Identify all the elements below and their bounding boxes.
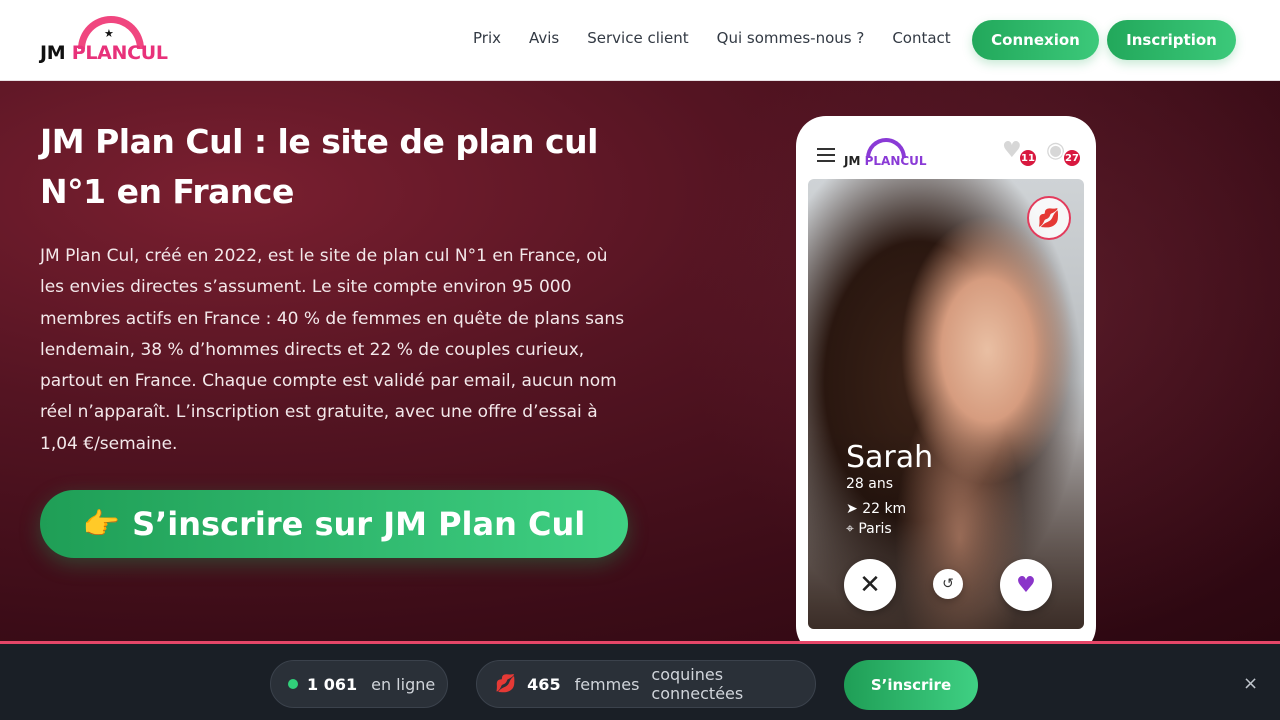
phone-logo-plancul: PLANCUL <box>864 154 927 168</box>
likes-indicator: ♥ 11 <box>1002 140 1038 168</box>
online-dot-icon <box>288 679 298 689</box>
hero-signup-label: S’inscrire sur JM Plan Cul <box>132 505 586 543</box>
hero-signup-button[interactable]: 👉 S’inscrire sur JM Plan Cul <box>40 490 628 558</box>
lips-icon: 💋 <box>495 674 517 694</box>
profile-name: Sarah <box>846 440 934 475</box>
nav-link-avis[interactable]: Avis <box>529 29 559 47</box>
profile-age: 28 ans <box>846 476 894 492</box>
profile-distance-value: 22 km <box>862 501 907 517</box>
phone-logo: JM PLANCUL <box>844 138 944 172</box>
site-header: ★ JM PLANCUL Prix Avis Service client Qu… <box>0 0 1280 81</box>
main-nav: Prix Avis Service client Qui sommes-nous… <box>473 29 979 47</box>
logo-text-jm: JM <box>40 42 66 64</box>
women-suffix: coquines connectées <box>651 665 744 703</box>
online-label: en ligne <box>371 674 436 694</box>
profile-city: ⌖ Paris <box>846 521 892 537</box>
nav-link-contact[interactable]: Contact <box>892 29 950 47</box>
views-badge: 27 <box>1062 148 1082 168</box>
phone-mockup: JM PLANCUL ♥ 11 ◉ 27 💋 Sarah 28 ans ➤ 22… <box>796 116 1096 656</box>
online-count: 1 061 <box>307 674 358 694</box>
site-logo[interactable]: ★ JM PLANCUL <box>40 14 190 66</box>
nav-link-qui-sommes-nous[interactable]: Qui sommes-nous ? <box>717 29 865 47</box>
phone-logo-jm: JM <box>844 154 861 168</box>
women-label: femmes <box>574 674 640 694</box>
close-bar-icon[interactable]: × <box>1243 675 1258 693</box>
sticky-bottom-bar: 1 061 en ligne 💋 465 femmes coquines con… <box>0 641 1280 720</box>
bottom-signup-button[interactable]: S’inscrire <box>844 660 978 710</box>
views-indicator: ◉ 27 <box>1046 140 1082 168</box>
hero-description: JM Plan Cul, créé en 2022, est le site d… <box>40 246 625 454</box>
signup-button[interactable]: Inscription <box>1107 20 1236 60</box>
hamburger-menu-icon <box>817 148 835 162</box>
kiss-icon: 💋 <box>1027 196 1071 240</box>
women-counter: 💋 465 femmes coquines connectées <box>476 660 816 708</box>
hero-title: JM Plan Cul : le site de plan cul N°1 en… <box>40 122 598 211</box>
logo-text-plancul: PLANCUL <box>71 42 168 64</box>
likes-badge: 11 <box>1018 148 1038 168</box>
profile-city-value: Paris <box>858 521 892 537</box>
pointing-hand-icon: 👉 <box>82 506 121 542</box>
star-icon: ★ <box>104 27 114 40</box>
hero-section: JM Plan Cul : le site de plan cul N°1 en… <box>0 81 1280 656</box>
profile-photo: 💋 Sarah 28 ans ➤ 22 km ⌖ Paris ✕ ↺ ♥ <box>808 179 1084 629</box>
login-button[interactable]: Connexion <box>972 20 1099 60</box>
profile-distance: ➤ 22 km <box>846 501 907 517</box>
purple-heart-icon: ♥ <box>1000 559 1052 611</box>
nav-link-prix[interactable]: Prix <box>473 29 501 47</box>
nav-link-service-client[interactable]: Service client <box>587 29 688 47</box>
women-count: 465 <box>527 674 561 694</box>
undo-icon: ↺ <box>933 569 963 599</box>
online-counter: 1 061 en ligne <box>270 660 448 708</box>
close-icon: ✕ <box>844 559 896 611</box>
